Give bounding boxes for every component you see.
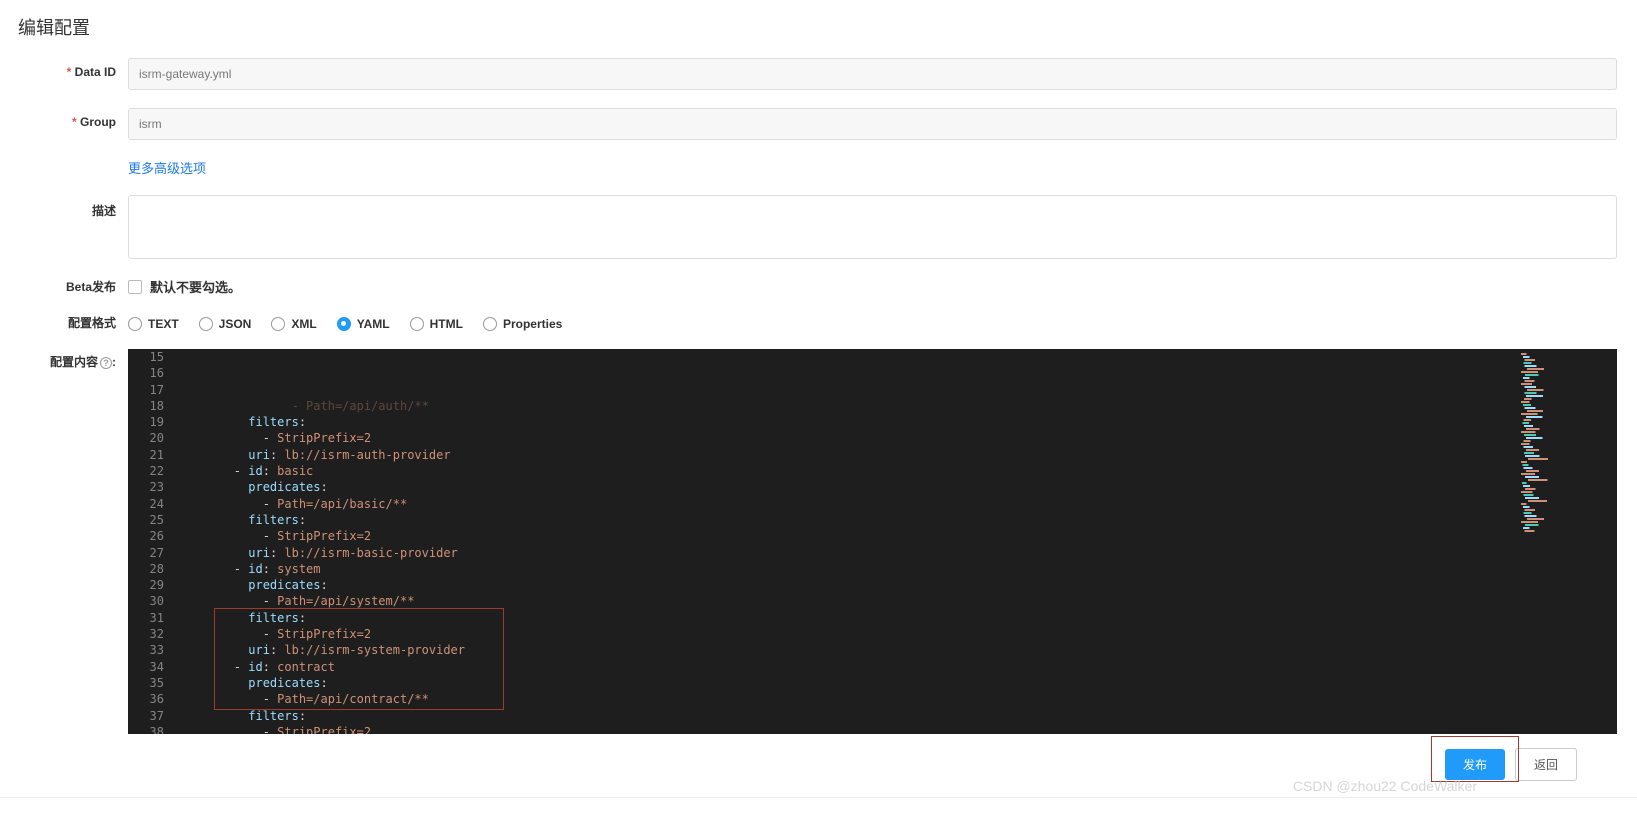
label-content: 配置内容?:: [0, 349, 128, 370]
editor-gutter: 1516171819202122232425262728293031323334…: [128, 349, 176, 734]
label-data-id: Data ID: [0, 58, 128, 79]
editor-code[interactable]: - Path=/api/auth/** filters: - StripPref…: [176, 349, 1517, 734]
radio-xml-label: XML: [291, 317, 316, 331]
back-button[interactable]: 返回: [1515, 748, 1577, 781]
input-description[interactable]: [128, 195, 1617, 259]
radio-properties[interactable]: Properties: [483, 317, 562, 331]
row-beta: Beta发布 默认不要勾选。: [0, 277, 1617, 296]
label-content-colon: :: [112, 355, 116, 369]
radio-html-label: HTML: [430, 317, 463, 331]
radio-json-label: JSON: [219, 317, 252, 331]
radio-text[interactable]: TEXT: [128, 317, 179, 331]
label-group: Group: [0, 108, 128, 129]
input-group[interactable]: [128, 108, 1617, 140]
label-beta: Beta发布: [0, 278, 128, 295]
code-editor[interactable]: 1516171819202122232425262728293031323334…: [128, 349, 1617, 734]
link-more-options[interactable]: 更多高级选项: [128, 158, 206, 177]
radio-json[interactable]: JSON: [199, 317, 252, 331]
config-form: Data ID Group 更多高级选项 描述 Beta发布 默认不要勾选。 配…: [0, 48, 1637, 734]
watermark: CSDN @zhou22 CodeWalker: [1293, 778, 1477, 794]
radio-xml[interactable]: XML: [271, 317, 316, 331]
publish-button[interactable]: 发布: [1445, 749, 1505, 780]
radio-group-format: TEXT JSON XML YAML HTML Properties: [128, 315, 562, 331]
checkbox-beta-text: 默认不要勾选。: [150, 277, 241, 296]
row-data-id: Data ID: [0, 58, 1617, 90]
label-empty: [0, 158, 128, 165]
label-format: 配置格式: [0, 314, 128, 331]
divider: [0, 797, 1637, 798]
radio-yaml[interactable]: YAML: [337, 317, 390, 331]
row-more-options: 更多高级选项: [0, 158, 1617, 177]
row-description: 描述: [0, 195, 1617, 259]
radio-yaml-label: YAML: [357, 317, 390, 331]
radio-text-label: TEXT: [148, 317, 179, 331]
radio-html[interactable]: HTML: [410, 317, 463, 331]
label-description: 描述: [0, 195, 128, 219]
page-title: 编辑配置: [0, 0, 1637, 48]
row-group: Group: [0, 108, 1617, 140]
row-format: 配置格式 TEXT JSON XML YAML HTML Properties: [0, 314, 1617, 331]
editor-minimap[interactable]: [1517, 349, 1617, 734]
checkbox-beta[interactable]: [128, 280, 142, 294]
input-data-id[interactable]: [128, 58, 1617, 90]
row-content: 配置内容?: 151617181920212223242526272829303…: [0, 349, 1617, 734]
radio-properties-label: Properties: [503, 317, 562, 331]
help-icon[interactable]: ?: [100, 357, 112, 369]
